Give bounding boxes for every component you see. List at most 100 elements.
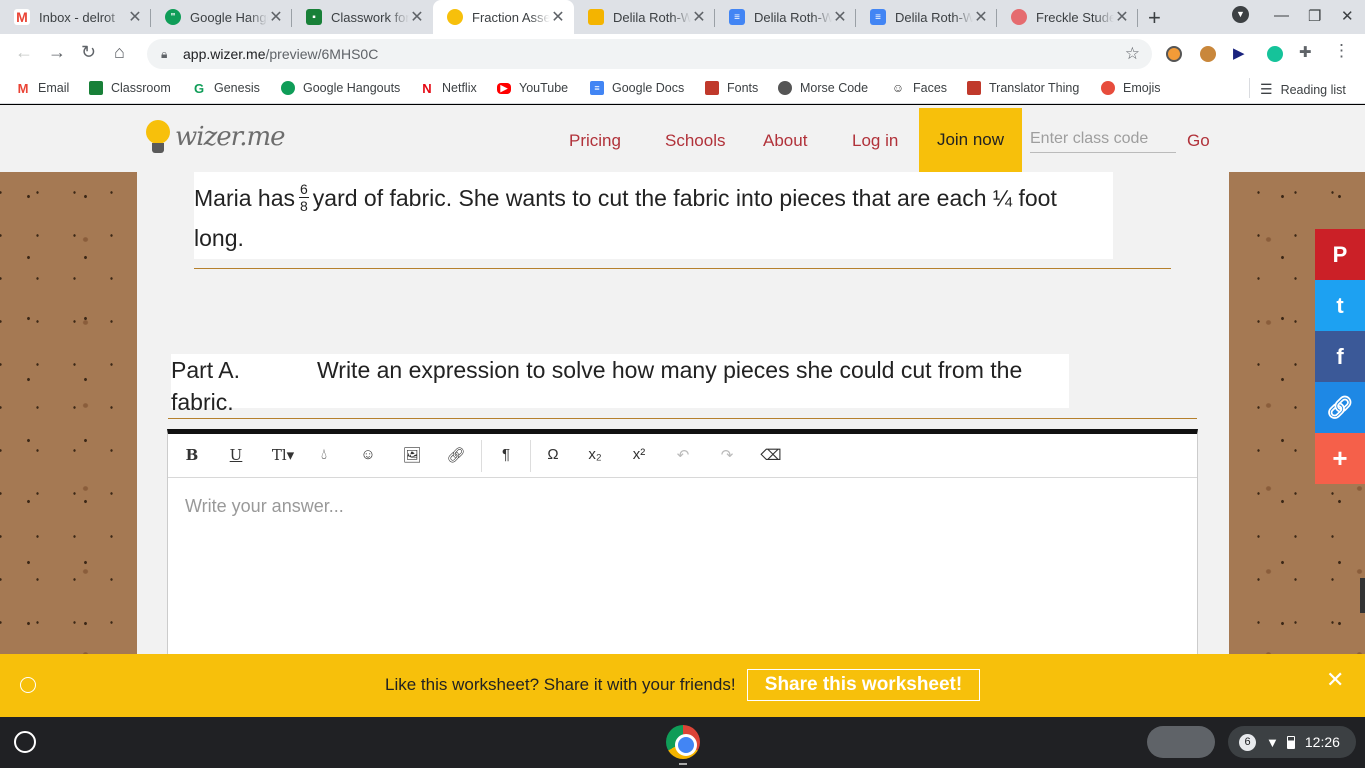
paragraph-icon[interactable]: ¶ bbox=[494, 446, 518, 463]
omega-icon[interactable]: Ω bbox=[541, 446, 565, 463]
freckle-icon bbox=[1011, 9, 1027, 25]
extensions-puzzle-icon[interactable]: ✚ bbox=[1299, 43, 1315, 61]
docs-icon: ≡ bbox=[729, 9, 745, 25]
nav-pricing[interactable]: Pricing bbox=[569, 131, 621, 151]
extension-cursor-icon[interactable]: ▶ bbox=[1233, 44, 1249, 62]
scrollbar-thumb[interactable] bbox=[1360, 578, 1365, 613]
divider bbox=[194, 268, 1171, 269]
facebook-icon[interactable]: f bbox=[1315, 331, 1365, 382]
bookmark-google-docs[interactable]: ≡ Google Docs bbox=[590, 81, 684, 95]
bookmark-translator[interactable]: Translator Thing bbox=[967, 81, 1079, 95]
bookmark-hangouts[interactable]: Google Hangouts bbox=[281, 81, 400, 95]
tab-freckle[interactable]: Freckle Student ✕ bbox=[997, 0, 1138, 34]
close-icon[interactable]: ✕ bbox=[973, 7, 989, 27]
nav-login[interactable]: Log in bbox=[852, 131, 898, 151]
tab-title: Classwork for bbox=[331, 9, 409, 25]
tab-title: Google Hangouts bbox=[190, 9, 268, 25]
minimize-icon[interactable]: — bbox=[1274, 7, 1289, 24]
tab-classwork[interactable]: ▪ Classwork for ✕ bbox=[292, 0, 433, 34]
new-tab-icon[interactable]: + bbox=[1148, 5, 1161, 31]
address-bar[interactable]: 🔒︎ app.wizer.me/preview/6MHS0C ☆ bbox=[147, 39, 1152, 69]
extension-honey-icon[interactable] bbox=[1166, 46, 1182, 62]
lightbulb-icon bbox=[145, 120, 171, 154]
close-icon[interactable]: ✕ bbox=[127, 7, 143, 27]
status-tray[interactable]: 6 ▼ 12:26 bbox=[1228, 726, 1356, 758]
redo-icon[interactable]: ↷ bbox=[715, 446, 739, 464]
twitter-icon[interactable]: t bbox=[1315, 280, 1365, 331]
bookmark-morse-code[interactable]: Morse Code bbox=[778, 81, 868, 95]
close-icon[interactable]: ✕ bbox=[1114, 7, 1130, 27]
bookmark-youtube[interactable]: ▶ YouTube bbox=[497, 81, 568, 95]
share-worksheet-button[interactable]: Share this worksheet! bbox=[747, 669, 980, 701]
tab-search-icon[interactable]: ▼ bbox=[1232, 6, 1249, 23]
pinterest-icon[interactable]: P bbox=[1315, 229, 1365, 280]
bold-icon[interactable]: B bbox=[180, 446, 204, 464]
forward-icon[interactable]: → bbox=[48, 42, 66, 63]
url-text[interactable]: app.wizer.me/preview/6MHS0C bbox=[183, 46, 378, 62]
superscript-icon[interactable]: x² bbox=[627, 446, 651, 463]
close-icon[interactable]: ✕ bbox=[268, 7, 284, 27]
part-a-prompt: Part A. Write an expression to solve how … bbox=[171, 354, 1069, 415]
close-icon[interactable]: ✕ bbox=[832, 7, 848, 27]
eraser-icon[interactable]: ⌫ bbox=[759, 446, 783, 464]
subscript-icon[interactable]: x₂ bbox=[583, 446, 607, 463]
tab-title: Delila Roth-W bbox=[895, 9, 973, 25]
grammarly-icon[interactable] bbox=[1267, 46, 1283, 62]
close-icon[interactable]: ✕ bbox=[1326, 667, 1344, 693]
emoji-icon[interactable]: ☺ bbox=[356, 446, 380, 463]
nav-schools[interactable]: Schools bbox=[665, 131, 725, 151]
bookmark-faces[interactable]: ☺ Faces bbox=[891, 81, 947, 95]
extension-avatar-icon[interactable] bbox=[1200, 46, 1216, 62]
bookmark-classroom[interactable]: Classroom bbox=[89, 81, 171, 95]
toolbar-divider bbox=[481, 440, 482, 472]
tab-inbox[interactable]: M Inbox - delrot ✕ bbox=[0, 0, 151, 34]
share-banner: Like this worksheet? Share it with your … bbox=[0, 654, 1365, 717]
underline-icon[interactable]: U bbox=[224, 446, 248, 464]
back-icon[interactable]: ← bbox=[15, 42, 33, 63]
bookmark-emojis[interactable]: Emojis bbox=[1101, 81, 1161, 95]
emojis-icon bbox=[1101, 81, 1115, 95]
tab-title: Freckle Student bbox=[1036, 9, 1114, 25]
undo-icon[interactable]: ↶ bbox=[671, 446, 695, 464]
bookmark-genesis[interactable]: G Genesis bbox=[192, 81, 260, 96]
link-icon[interactable]: 🔗︎ bbox=[444, 446, 468, 464]
join-now-button[interactable]: Join now bbox=[919, 108, 1022, 172]
lock-icon[interactable]: 🔒︎ bbox=[161, 47, 177, 62]
share-message: Like this worksheet? Share it with your … bbox=[385, 675, 736, 694]
text-size-icon[interactable]: Tl▾ bbox=[268, 446, 298, 464]
faces-icon: ☺ bbox=[891, 81, 905, 95]
class-code-input[interactable] bbox=[1030, 125, 1176, 153]
wizer-logo[interactable]: wizer.me bbox=[145, 120, 286, 154]
browser-menu-icon[interactable]: ⋮ bbox=[1333, 41, 1350, 60]
chrome-icon[interactable] bbox=[666, 725, 700, 759]
answer-input[interactable]: Write your answer... bbox=[185, 496, 344, 517]
bookmark-star-icon[interactable]: ☆ bbox=[1125, 44, 1140, 64]
tab-hangouts[interactable]: " Google Hangouts ✕ bbox=[151, 0, 292, 34]
launcher-icon[interactable] bbox=[14, 731, 36, 753]
close-icon[interactable]: ✕ bbox=[550, 7, 566, 27]
maximize-icon[interactable]: ❐ bbox=[1308, 7, 1321, 25]
window-close-icon[interactable]: ✕ bbox=[1341, 7, 1354, 25]
tab-delila-1[interactable]: Delila Roth-W ✕ bbox=[574, 0, 715, 34]
os-taskbar: 6 ▼ 12:26 bbox=[0, 717, 1365, 768]
bookmark-netflix[interactable]: N Netflix bbox=[420, 81, 476, 96]
bookmark-fonts[interactable]: Fonts bbox=[705, 81, 758, 95]
tab-delila-3[interactable]: ≡ Delila Roth-W ✕ bbox=[856, 0, 997, 34]
home-icon[interactable]: ⌂ bbox=[114, 42, 125, 63]
bookmark-email[interactable]: M Email bbox=[16, 81, 70, 96]
tab-delila-2[interactable]: ≡ Delila Roth-W ✕ bbox=[715, 0, 856, 34]
reload-icon[interactable]: ↻ bbox=[81, 42, 96, 63]
tab-title: Delila Roth-W bbox=[613, 9, 691, 25]
nav-about[interactable]: About bbox=[763, 131, 807, 151]
copy-link-icon[interactable]: 🔗︎ bbox=[1315, 382, 1365, 433]
color-icon[interactable]: 💧︎ bbox=[312, 446, 336, 463]
go-button[interactable]: Go bbox=[1187, 131, 1210, 151]
question-text: Maria has 6 8 yard of fabric. She wants to … bbox=[194, 172, 1113, 259]
reading-list[interactable]: ☰ Reading list bbox=[1260, 81, 1346, 98]
image-icon[interactable]: 🖼︎ bbox=[400, 446, 424, 464]
close-icon[interactable]: ✕ bbox=[691, 7, 707, 27]
close-icon[interactable]: ✕ bbox=[409, 7, 425, 27]
tab-fraction-assessment[interactable]: Fraction Assessment ✕ bbox=[433, 0, 574, 34]
holding-space-icon[interactable] bbox=[1147, 726, 1215, 758]
more-share-icon[interactable]: + bbox=[1315, 433, 1365, 484]
